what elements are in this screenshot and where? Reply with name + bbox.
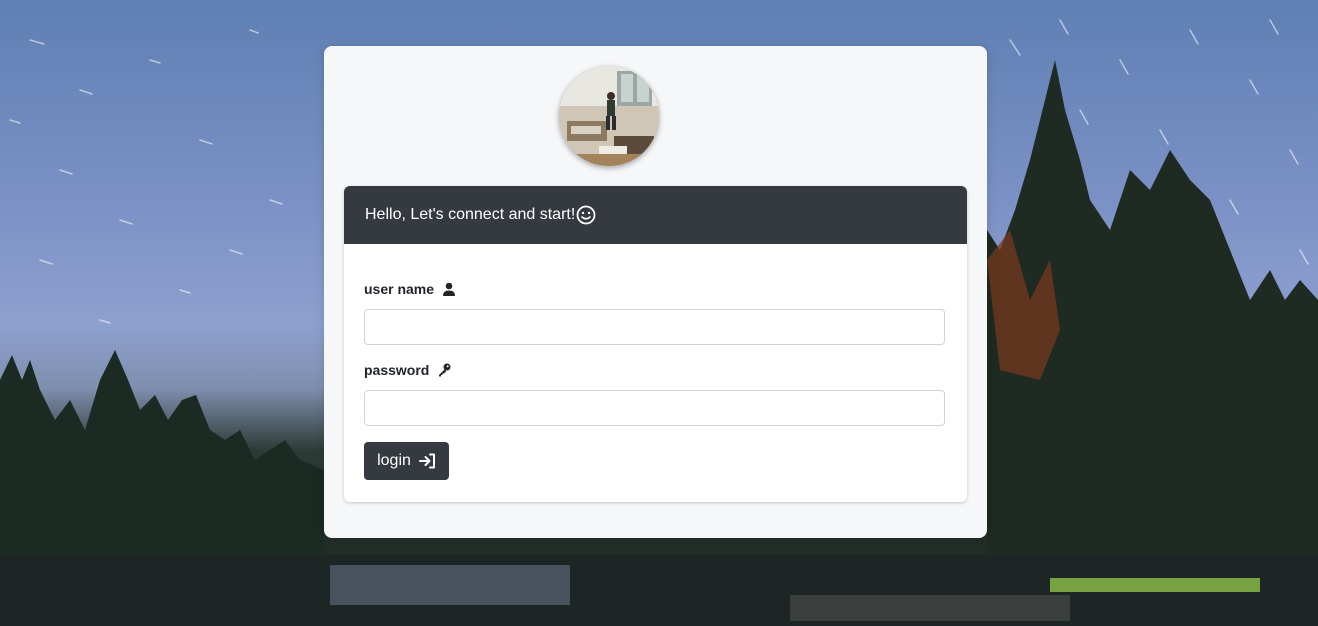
- card-header-title: Hello, Let's connect and start!: [365, 206, 576, 223]
- card-header: Hello, Let's connect and start!: [344, 186, 967, 244]
- login-card: Hello, Let's connect and start! user nam…: [344, 186, 967, 502]
- login-button[interactable]: login: [364, 442, 449, 480]
- username-field[interactable]: [364, 309, 945, 345]
- login-button-label: login: [377, 452, 411, 469]
- login-form: user name password login: [344, 244, 967, 500]
- avatar: [559, 66, 659, 166]
- username-label-row: user name: [364, 280, 947, 298]
- smile-icon: [576, 205, 596, 225]
- password-field[interactable]: [364, 390, 945, 426]
- password-label: password: [364, 362, 430, 378]
- username-label: user name: [364, 281, 435, 297]
- key-icon: [437, 363, 451, 377]
- user-icon: [442, 282, 456, 296]
- sign-in-icon: [418, 453, 436, 469]
- login-panel: Hello, Let's connect and start! user nam…: [324, 46, 987, 538]
- password-label-row: password: [364, 361, 947, 379]
